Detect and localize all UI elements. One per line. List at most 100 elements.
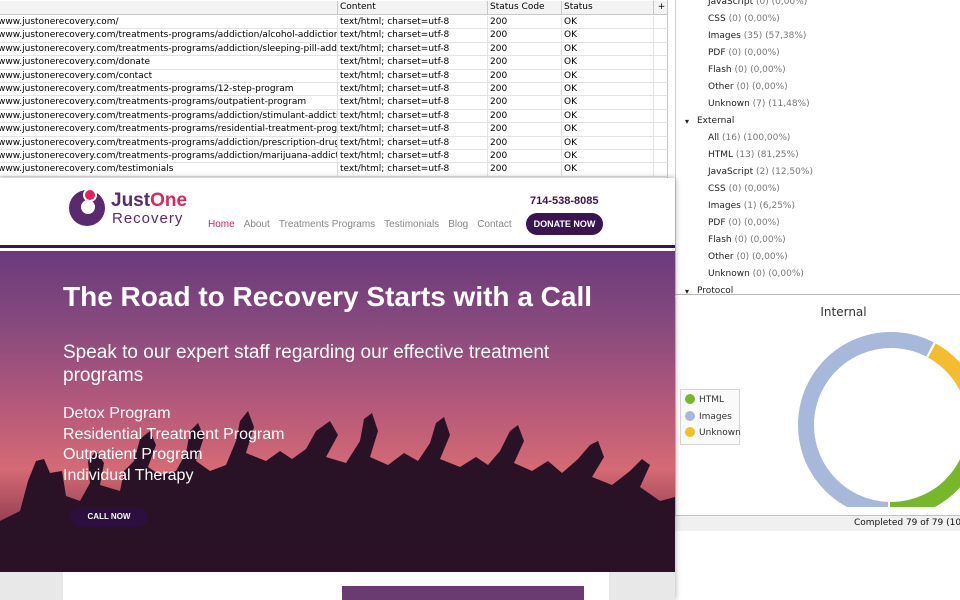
table-row[interactable]: www.justonerecovery.com/treatments-progr…	[0, 150, 668, 164]
content-image	[342, 586, 584, 600]
table-row[interactable]: www.justonerecovery.com/testimonials text…	[0, 163, 668, 177]
cell-address: www.justonerecovery.com/treatments-progr…	[0, 42, 338, 56]
column-header-status-code[interactable]: Status Code	[488, 1, 562, 14]
tree-item-external-images[interactable]: Images (1) (6,25%)	[708, 201, 795, 211]
tree-item-internal-javascript[interactable]: JavaScript (0) (0,00%)	[708, 0, 807, 7]
tree-item-label: PDF	[708, 218, 726, 228]
tree-item-internal-images[interactable]: Images (35) (57,38%)	[708, 31, 806, 41]
cell-status-code: 200	[488, 150, 562, 163]
cell-address: www.justonerecovery.com/	[0, 16, 338, 29]
cell-address: www.justonerecovery.com/treatments-progr…	[0, 136, 338, 149]
site-header: JustOne Recovery Home About Treatments Pro…	[0, 178, 675, 248]
tree-item-label: Flash	[708, 65, 732, 75]
table-row[interactable]: www.justonerecovery.com/donate text/html;…	[0, 56, 668, 70]
legend-item: Images	[685, 410, 732, 423]
cell-content: text/html; charset=utf-8	[338, 96, 488, 109]
call-now-button[interactable]: CALL NOW	[70, 507, 148, 527]
screenshot-composite: Content Status Code Status + www.justone…	[0, 0, 960, 600]
tree-item-label: Other	[708, 82, 734, 92]
cell-content: text/html; charset=utf-8	[338, 163, 488, 176]
tree-item-internal-css[interactable]: CSS (0) (0,00%)	[708, 14, 780, 24]
tree-item-internal-flash[interactable]: Flash (0) (0,00%)	[708, 65, 786, 75]
tree-item-count: (0) (0,00%)	[728, 14, 780, 24]
donate-button[interactable]: DONATE NOW	[526, 213, 603, 235]
column-header-content[interactable]: Content	[338, 1, 488, 14]
tree-item-count: (0) (0,00%)	[728, 218, 780, 228]
nav-testimonials[interactable]: Testimonials	[384, 219, 439, 230]
crawl-results-table: Content Status Code Status + www.justone…	[0, 0, 668, 180]
collapse-arrow-icon[interactable]: ▾	[685, 117, 689, 126]
tree-item-label: Unknown	[708, 99, 750, 109]
cell-address: www.justonerecovery.com/contact	[0, 69, 338, 82]
cell-content: text/html; charset=utf-8	[338, 150, 488, 163]
legend-swatch	[685, 394, 695, 404]
cell-content: text/html; charset=utf-8	[338, 69, 488, 82]
cell-status-code: 200	[488, 96, 562, 109]
donut-slice-images[interactable]	[796, 330, 937, 507]
tree-item-label: All	[708, 133, 720, 143]
tree-item-external-pdf[interactable]: PDF (0) (0,00%)	[708, 218, 780, 228]
donut-slice-html[interactable]	[887, 392, 960, 507]
cell-status-code: 200	[488, 29, 562, 42]
table-row[interactable]: www.justonerecovery.com/treatments-progr…	[0, 42, 668, 57]
tree-item-external-flash[interactable]: Flash (0) (0,00%)	[708, 235, 786, 245]
tree-item-internal-pdf[interactable]: PDF (0) (0,00%)	[708, 48, 780, 58]
nav-treatments-programs[interactable]: Treatments Programs	[279, 219, 375, 230]
website-screenshot: JustOne Recovery Home About Treatments Pro…	[0, 178, 675, 600]
cell-address: www.justonerecovery.com/treatments-progr…	[0, 83, 338, 96]
tree-item-external-html[interactable]: HTML (13) (81,25%)	[708, 150, 799, 160]
tree-item-label: Images	[708, 201, 741, 211]
table-row[interactable]: www.justonerecovery.com/treatments-progr…	[0, 109, 668, 124]
logo-dot-icon	[83, 188, 97, 202]
cell-status: OK	[562, 136, 654, 149]
tree-item-label: PDF	[708, 48, 726, 58]
tree-item-external-unknown[interactable]: Unknown (0) (0,00%)	[708, 269, 804, 279]
table-header-row: Content Status Code Status +	[0, 1, 668, 15]
tree-item-label: JavaScript	[708, 167, 754, 177]
table-row[interactable]: www.justonerecovery.com/treatments-progr…	[0, 123, 668, 137]
donut-chart	[796, 330, 960, 507]
cell-address: www.justonerecovery.com/treatments-progr…	[0, 150, 338, 163]
nav-contact[interactable]: Contact	[477, 219, 511, 230]
table-row[interactable]: www.justonerecovery.com/contact text/html…	[0, 69, 668, 83]
tree-item-internal-other[interactable]: Other (0) (0,00%)	[708, 82, 788, 92]
tree-item-external-all[interactable]: All (16) (100,00%)	[708, 133, 790, 143]
tree-item-label: CSS	[708, 184, 726, 194]
cell-status-code: 200	[488, 109, 562, 123]
table-row[interactable]: www.justonerecovery.com/treatments-progr…	[0, 29, 668, 43]
chart-legend: HTML Images Unknown	[680, 389, 741, 445]
table-row[interactable]: www.justonerecovery.com/text/html; chars…	[0, 16, 668, 30]
nav-home[interactable]: Home	[208, 219, 235, 230]
tree-item-external-javascript[interactable]: JavaScript (2) (12,50%)	[708, 167, 813, 177]
nav-blog[interactable]: Blog	[448, 219, 468, 230]
cell-content: text/html; charset=utf-8	[338, 136, 488, 149]
table-row[interactable]: www.justonerecovery.com/treatments-progr…	[0, 83, 668, 97]
tree-item-count: (0) (0,00%)	[734, 65, 786, 75]
site-logo[interactable]: JustOne Recovery	[69, 188, 209, 228]
tree-item-count: (1) (6,25%)	[743, 201, 795, 211]
status-bar-text: Completed 79 of 79 (100%	[854, 518, 960, 528]
tree-item-internal-unknown[interactable]: Unknown (7) (11,48%)	[708, 99, 810, 109]
main-nav: Home About Treatments Programs Testimonials…	[208, 219, 521, 230]
tree-item-count: (2) (12,50%)	[756, 167, 813, 177]
tree-item-count: (0) (0,00%)	[734, 235, 786, 245]
table-row[interactable]: www.justonerecovery.com/treatments-progr…	[0, 136, 668, 150]
legend-label: HTML	[699, 395, 725, 405]
cell-address: www.justonerecovery.com/treatments-progr…	[0, 109, 338, 123]
column-header-status[interactable]: Status	[562, 1, 654, 14]
phone-number[interactable]: 714-538-8085	[530, 195, 599, 207]
overview-tree: JavaScript (0) (0,00%) CSS (0) (0,00%) Ima…	[675, 0, 960, 296]
tree-group-external[interactable]: External	[697, 116, 734, 126]
cell-status: OK	[562, 109, 654, 123]
tree-item-external-other[interactable]: Other (0) (0,00%)	[708, 252, 788, 262]
nav-about[interactable]: About	[244, 219, 270, 230]
program-item-individual-therapy: Individual Therapy	[63, 466, 194, 484]
add-column-button[interactable]: +	[654, 1, 668, 14]
cell-content: text/html; charset=utf-8	[338, 16, 488, 29]
column-header-address[interactable]	[0, 1, 338, 14]
cell-status: OK	[562, 163, 654, 176]
cell-address: www.justonerecovery.com/treatments-progr…	[0, 96, 338, 109]
table-row[interactable]: www.justonerecovery.com/treatments-progr…	[0, 96, 668, 110]
tree-item-external-css[interactable]: CSS (0) (0,00%)	[708, 184, 780, 194]
legend-label: Images	[699, 411, 732, 422]
